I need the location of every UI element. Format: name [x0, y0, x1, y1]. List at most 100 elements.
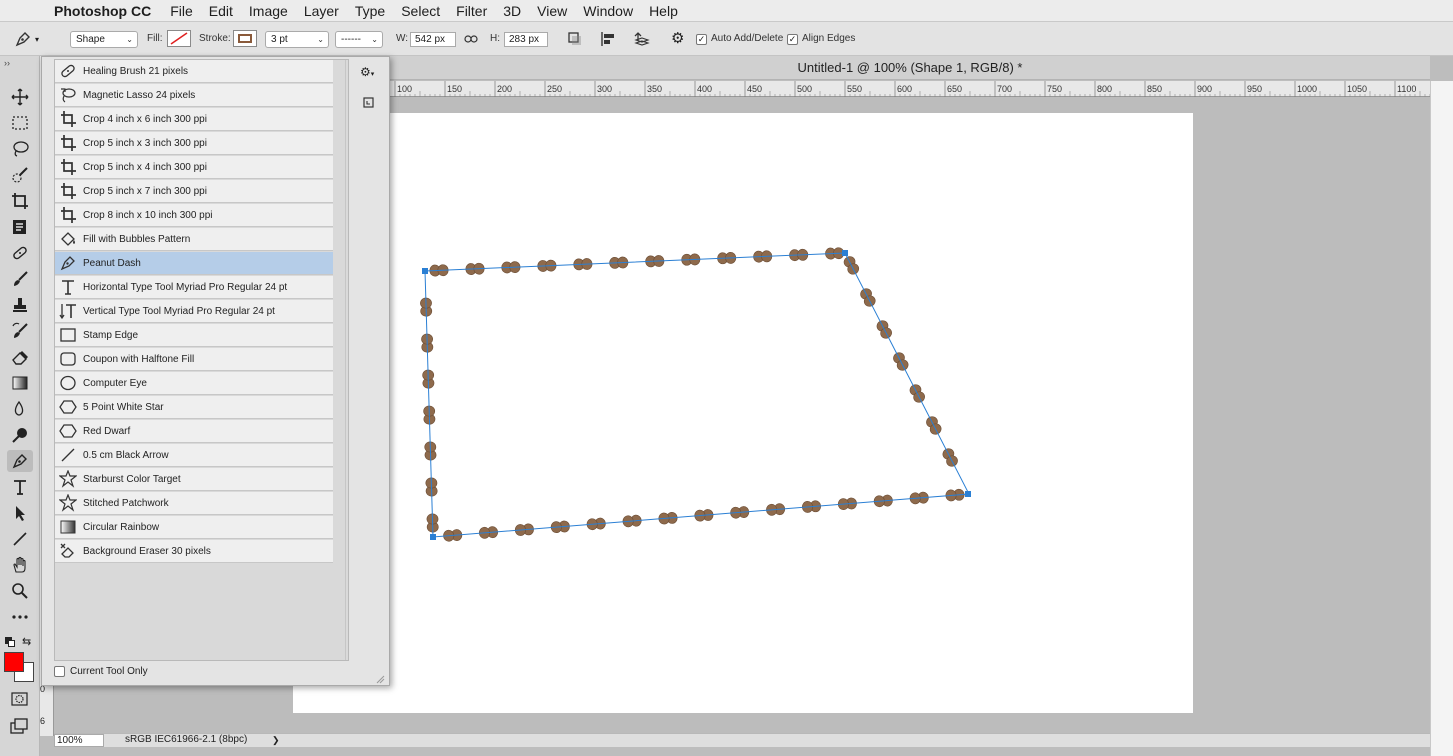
preset-item[interactable]: Fill with Bubbles Pattern [55, 228, 333, 251]
tool-preset-picker[interactable]: ▾ [14, 30, 50, 48]
path-arrangement-icon[interactable] [632, 30, 650, 48]
current-tool-only-option[interactable]: Current Tool Only [54, 666, 148, 677]
zoom-field[interactable]: 100% [54, 734, 104, 747]
preset-item[interactable]: Healing Brush 21 pixels [55, 60, 333, 83]
marquee-tool-icon[interactable] [7, 112, 33, 134]
quick-selection-icon[interactable] [7, 164, 33, 186]
foreground-color-swatch[interactable] [4, 652, 24, 672]
align-edges-checkbox[interactable]: ✓ [787, 34, 798, 45]
status-menu-arrow-icon[interactable]: ❯ [272, 734, 280, 746]
preset-item[interactable]: Red Dwarf [55, 420, 333, 443]
path-operations-icon[interactable] [568, 32, 582, 46]
preset-item[interactable]: Crop 8 inch x 10 inch 300 ppi [55, 204, 333, 227]
menu-view[interactable]: View [529, 0, 575, 22]
auto-add-delete-checkbox[interactable]: ✓ [696, 34, 707, 45]
menu-help[interactable]: Help [641, 0, 686, 22]
stroke-style-select[interactable]: ------ ⌄ [335, 31, 383, 48]
quick-mask-icon[interactable] [11, 692, 28, 706]
menu-edit[interactable]: Edit [201, 0, 241, 22]
stroke-swatch[interactable] [233, 30, 257, 47]
preset-item[interactable]: Circular Rainbow [55, 516, 333, 539]
preset-item[interactable]: Stamp Edge [55, 324, 333, 347]
current-tool-only-checkbox[interactable] [54, 666, 65, 677]
brush-tool-icon[interactable] [7, 268, 33, 290]
collapse-arrows-icon[interactable]: ›› [4, 58, 10, 68]
preset-item[interactable]: Crop 4 inch x 6 inch 300 ppi [55, 108, 333, 131]
menu-filter[interactable]: Filter [448, 0, 495, 22]
menu-file[interactable]: File [162, 0, 201, 22]
new-preset-icon[interactable] [362, 95, 376, 109]
preset-item[interactable]: Coupon with Halftone Fill [55, 348, 333, 371]
line-tool-icon[interactable] [7, 528, 33, 550]
preset-list-scrollbar[interactable] [345, 60, 348, 660]
type-tool-icon[interactable] [7, 476, 33, 498]
preset-item[interactable]: Crop 5 inch x 7 inch 300 ppi [55, 180, 333, 203]
width-field[interactable]: 542 px [410, 32, 456, 47]
pen-tool-icon[interactable] [7, 450, 33, 472]
preset-item[interactable]: Crop 5 inch x 4 inch 300 ppi [55, 156, 333, 179]
preset-item-label: Fill with Bubbles Pattern [83, 233, 191, 245]
move-tool-icon[interactable] [7, 86, 33, 108]
preset-item-label: Crop 5 inch x 3 inch 300 ppi [83, 137, 207, 149]
custom-shape-icon [55, 494, 81, 512]
menu-type[interactable]: Type [347, 0, 393, 22]
dodge-tool-icon[interactable] [7, 424, 33, 446]
menu-window[interactable]: Window [575, 0, 641, 22]
healing-brush-tool-icon[interactable] [7, 242, 33, 264]
preset-item-label: Crop 5 inch x 7 inch 300 ppi [83, 185, 207, 197]
preset-item[interactable]: Horizontal Type Tool Myriad Pro Regular … [55, 276, 333, 299]
ruler-tick-label: 200 [497, 84, 512, 94]
preset-item-label: Healing Brush 21 pixels [83, 65, 189, 77]
preset-item-label: Circular Rainbow [83, 521, 160, 533]
document-tab[interactable]: Untitled-1 @ 100% (Shape 1, RGB/8) * [390, 56, 1430, 80]
preset-item[interactable]: Magnetic Lasso 24 pixels [55, 84, 333, 107]
zoom-tool-icon[interactable] [7, 580, 33, 602]
path-alignment-icon[interactable] [600, 31, 616, 47]
paint-bucket-icon [55, 230, 81, 248]
preset-item[interactable]: 5 Point White Star [55, 396, 333, 419]
preset-item[interactable]: Vertical Type Tool Myriad Pro Regular 24… [55, 300, 333, 323]
app-menu[interactable]: Photoshop CC [40, 0, 162, 22]
document-canvas[interactable] [293, 113, 1193, 713]
eraser-tool-icon[interactable] [7, 346, 33, 368]
menu-select[interactable]: Select [393, 0, 448, 22]
resize-grip-icon[interactable] [375, 671, 385, 684]
preset-item[interactable]: Starburst Color Target [55, 468, 333, 491]
crop-icon [55, 182, 81, 200]
default-colors-icon[interactable] [5, 637, 15, 647]
crop-tool-icon[interactable] [7, 190, 33, 212]
polygon-icon [55, 422, 81, 440]
clone-stamp-icon[interactable] [7, 294, 33, 316]
gear-icon[interactable]: ⚙ [671, 31, 689, 47]
preset-item[interactable]: Peanut Dash [55, 252, 333, 275]
history-brush-icon[interactable] [7, 320, 33, 342]
gradient-tool-icon[interactable] [7, 372, 33, 394]
preset-item[interactable]: Background Eraser 30 pixels [55, 540, 333, 563]
chevron-down-icon: ⌄ [126, 35, 133, 44]
mode-select[interactable]: Shape ⌄ [70, 31, 138, 48]
preset-item[interactable]: Crop 5 inch x 3 inch 300 ppi [55, 132, 333, 155]
lasso-tool-icon[interactable] [7, 138, 33, 160]
right-panel-edge[interactable] [1430, 81, 1453, 756]
polygon-icon [55, 398, 81, 416]
chevron-down-icon: ▾ [35, 34, 40, 44]
menu-3d[interactable]: 3D [495, 0, 529, 22]
gear-icon[interactable]: ⚙▾ [360, 65, 378, 79]
path-selection-icon[interactable] [7, 502, 33, 524]
fill-swatch[interactable] [167, 30, 191, 47]
link-dimensions-icon[interactable] [464, 33, 478, 45]
swap-colors-icon[interactable]: ⇆ [22, 635, 31, 648]
frame-tool-icon[interactable] [7, 216, 33, 238]
stroke-width-field[interactable]: 3 pt ⌄ [265, 31, 329, 48]
blur-tool-icon[interactable] [7, 398, 33, 420]
menu-layer[interactable]: Layer [296, 0, 347, 22]
preset-item[interactable]: 0.5 cm Black Arrow [55, 444, 333, 467]
hand-tool-icon[interactable] [7, 554, 33, 576]
stroke-label: Stroke: [199, 33, 231, 44]
screen-mode-icon[interactable] [10, 718, 28, 734]
preset-item[interactable]: Computer Eye [55, 372, 333, 395]
preset-item[interactable]: Stitched Patchwork [55, 492, 333, 515]
more-tools-icon[interactable] [7, 606, 33, 628]
menu-image[interactable]: Image [241, 0, 296, 22]
height-field[interactable]: 283 px [504, 32, 548, 47]
